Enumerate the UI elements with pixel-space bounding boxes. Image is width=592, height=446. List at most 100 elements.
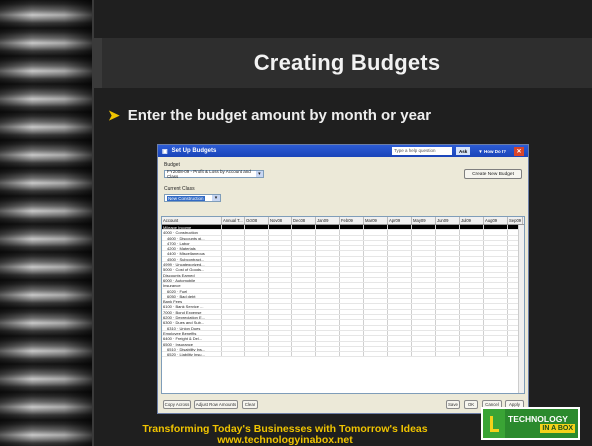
budget-amount-cell[interactable] [412, 256, 436, 262]
budget-amount-cell[interactable] [364, 235, 388, 240]
budget-amount-cell[interactable] [292, 309, 316, 315]
budget-amount-cell[interactable] [364, 320, 388, 325]
budget-amount-cell[interactable] [245, 256, 269, 262]
budget-amount-cell[interactable] [340, 272, 364, 277]
budget-amount-cell[interactable] [316, 225, 340, 230]
budget-amount-cell[interactable] [388, 256, 412, 262]
budget-amount-cell[interactable] [412, 262, 436, 267]
budget-amount-cell[interactable] [269, 341, 292, 346]
budget-amount-cell[interactable] [460, 315, 484, 320]
budget-amount-cell[interactable] [292, 272, 316, 277]
budget-amount-cell[interactable] [364, 283, 388, 288]
budget-amount-cell[interactable] [484, 320, 508, 325]
budget-amount-cell[interactable] [222, 240, 245, 246]
budget-amount-cell[interactable] [340, 352, 364, 357]
budget-amount-cell[interactable] [460, 246, 484, 251]
budget-amount-cell[interactable] [388, 235, 412, 240]
budget-amount-cell[interactable] [436, 293, 460, 299]
budget-amount-cell[interactable] [316, 262, 340, 267]
budget-amount-cell[interactable] [292, 251, 316, 256]
budget-amount-cell[interactable] [269, 320, 292, 325]
budget-amount-cell[interactable] [245, 230, 269, 235]
budget-amount-cell[interactable] [388, 320, 412, 325]
budget-amount-cell[interactable] [460, 325, 484, 330]
how-do-i-button[interactable]: ▼ How Do I? [474, 147, 510, 155]
budget-amount-cell[interactable] [388, 283, 412, 288]
budget-amount-cell[interactable] [436, 330, 460, 336]
budget-amount-cell[interactable] [412, 272, 436, 277]
budget-amount-cell[interactable] [388, 352, 412, 357]
budget-amount-cell[interactable] [412, 251, 436, 256]
adjust-row-amounts-button[interactable]: Adjust Row Amounts [194, 400, 238, 409]
budget-amount-cell[interactable] [292, 336, 316, 341]
budget-amount-cell[interactable] [364, 346, 388, 352]
budget-amount-cell[interactable] [460, 288, 484, 293]
budget-amount-cell[interactable] [364, 309, 388, 315]
budget-amount-cell[interactable] [222, 235, 245, 240]
budget-amount-cell[interactable] [436, 320, 460, 325]
budget-amount-cell[interactable] [245, 325, 269, 330]
budget-amount-cell[interactable] [436, 304, 460, 309]
budget-amount-cell[interactable] [412, 336, 436, 341]
budget-amount-cell[interactable] [245, 272, 269, 277]
budget-amount-cell[interactable] [269, 267, 292, 272]
budget-amount-cell[interactable] [388, 230, 412, 235]
budget-amount-cell[interactable] [412, 315, 436, 320]
budget-amount-cell[interactable] [269, 272, 292, 277]
budget-amount-cell[interactable] [412, 230, 436, 235]
budget-amount-cell[interactable] [460, 256, 484, 262]
budget-amount-cell[interactable] [388, 267, 412, 272]
budget-amount-cell[interactable] [245, 336, 269, 341]
budget-amount-cell[interactable] [292, 277, 316, 283]
budget-amount-cell[interactable] [269, 240, 292, 246]
close-icon[interactable]: ✕ [514, 146, 524, 156]
budget-amount-cell[interactable] [364, 230, 388, 235]
budget-amount-cell[interactable] [316, 341, 340, 346]
budget-amount-cell[interactable] [245, 240, 269, 246]
budget-amount-cell[interactable] [484, 325, 508, 330]
budget-amount-cell[interactable] [364, 352, 388, 357]
budget-amount-cell[interactable] [412, 320, 436, 325]
budget-amount-cell[interactable] [292, 256, 316, 262]
budget-amount-cell[interactable] [388, 225, 412, 230]
budget-amount-cell[interactable] [316, 304, 340, 309]
budget-amount-cell[interactable] [292, 341, 316, 346]
budget-amount-cell[interactable] [269, 336, 292, 341]
copy-across-button[interactable]: Copy Across [163, 400, 191, 409]
budget-amount-cell[interactable] [436, 251, 460, 256]
budget-amount-cell[interactable] [340, 240, 364, 246]
budget-amount-cell[interactable] [436, 325, 460, 330]
budget-amount-cell[interactable] [436, 235, 460, 240]
budget-amount-cell[interactable] [292, 330, 316, 336]
budget-amount-cell[interactable] [316, 315, 340, 320]
budget-amount-cell[interactable] [460, 330, 484, 336]
budget-amount-cell[interactable] [412, 352, 436, 357]
budget-amount-cell[interactable] [460, 293, 484, 299]
budget-amount-cell[interactable] [245, 283, 269, 288]
budget-amount-cell[interactable] [316, 336, 340, 341]
budget-amount-cell[interactable] [460, 225, 484, 230]
budget-amount-cell[interactable] [245, 346, 269, 352]
budget-amount-cell[interactable] [388, 309, 412, 315]
budget-amount-cell[interactable] [245, 304, 269, 309]
budget-amount-cell[interactable] [412, 304, 436, 309]
budget-amount-cell[interactable] [292, 267, 316, 272]
budget-amount-cell[interactable] [340, 256, 364, 262]
budget-amount-cell[interactable] [436, 230, 460, 235]
budget-amount-cell[interactable] [460, 272, 484, 277]
budget-amount-cell[interactable] [269, 293, 292, 299]
budget-amount-cell[interactable] [364, 256, 388, 262]
budget-amount-cell[interactable] [222, 309, 245, 315]
budget-amount-cell[interactable] [460, 251, 484, 256]
budget-amount-cell[interactable] [388, 246, 412, 251]
budget-amount-cell[interactable] [316, 277, 340, 283]
budget-amount-cell[interactable] [292, 299, 316, 304]
budget-amount-cell[interactable] [388, 251, 412, 256]
budget-amount-cell[interactable] [340, 320, 364, 325]
save-button[interactable]: Save [446, 400, 460, 409]
budget-grid[interactable]: Account Annual T... Oct08 Nov08 Dec08 Jan09 Fe… [161, 216, 525, 394]
budget-amount-cell[interactable] [245, 315, 269, 320]
create-new-budget-button[interactable]: Create New Budget [464, 169, 522, 179]
budget-amount-cell[interactable] [484, 283, 508, 288]
budget-amount-cell[interactable] [292, 262, 316, 267]
